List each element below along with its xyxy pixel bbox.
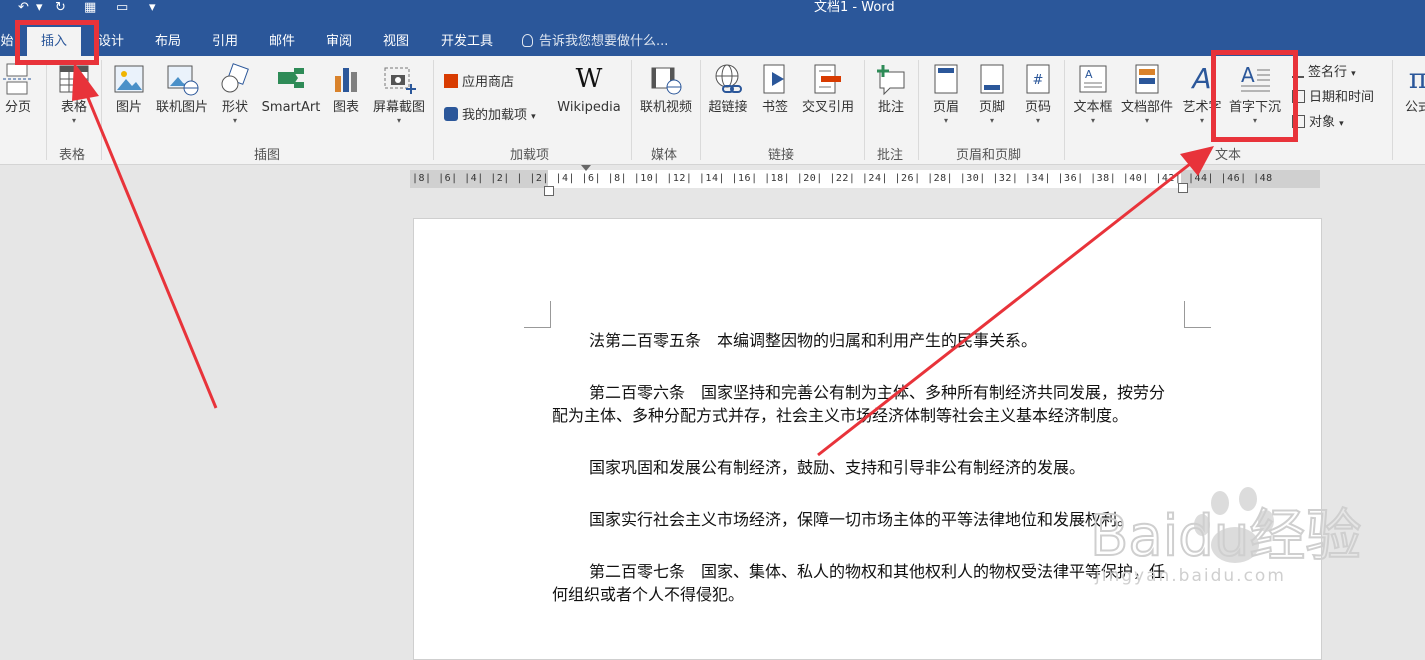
arrow-to-insert-tab: [82, 87, 218, 409]
arrow-to-drop-cap: [817, 162, 1191, 457]
arrowhead-icon: [1180, 146, 1214, 176]
arrowhead-icon: [72, 62, 99, 101]
annotation-arrows: [72, 62, 1214, 457]
